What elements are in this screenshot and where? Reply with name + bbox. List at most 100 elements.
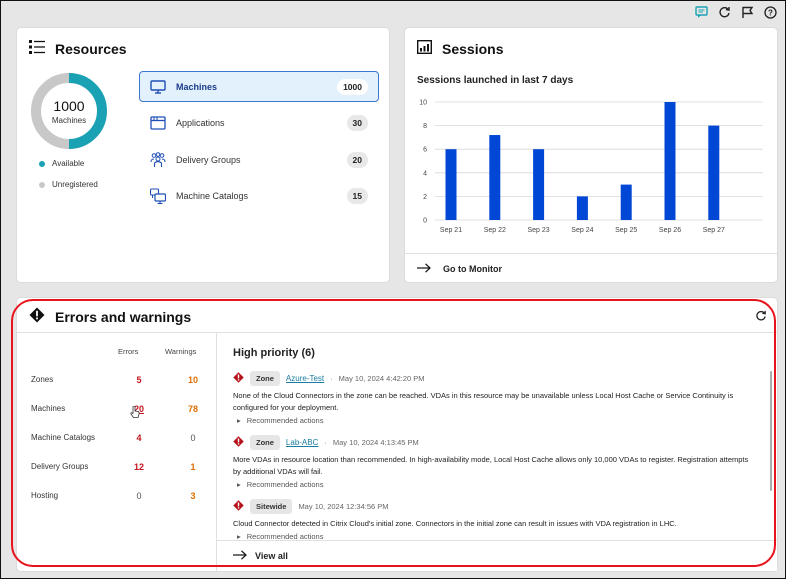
bar-sep-25[interactable] xyxy=(620,184,632,220)
legend-dot-available xyxy=(39,160,45,167)
row-name: Delivery Groups xyxy=(31,462,89,471)
sessions-title: Sessions xyxy=(442,40,504,57)
donut-legend: Available Unregistered xyxy=(39,159,98,201)
go-to-monitor-link[interactable]: Go to Monitor xyxy=(405,253,777,283)
x-tick-label: Sep 22 xyxy=(484,227,506,234)
table-row: Machine Catalogs 4 0 xyxy=(31,433,211,447)
resource-count-badge: 30 xyxy=(346,115,368,131)
resource-item-applications[interactable]: Applications 30 xyxy=(139,108,379,139)
x-tick-label: Sep 26 xyxy=(659,227,681,234)
caret-right-icon: ▸ xyxy=(237,416,241,425)
bar-sep-27[interactable] xyxy=(708,125,720,220)
alert-description: Cloud Connector detected in Citrix Cloud… xyxy=(233,519,677,528)
arrow-right-icon xyxy=(233,550,247,562)
resource-item-label: Machines xyxy=(176,81,218,92)
sessions-card: Sessions Sessions launched in last 7 day… xyxy=(404,27,778,283)
error-count: 0 xyxy=(136,491,142,501)
warning-diamond-icon xyxy=(29,307,45,326)
legend-item-unregistered: Unregistered xyxy=(39,180,98,189)
bar-sep-22[interactable] xyxy=(489,135,501,220)
donut-center: 1000 Machines xyxy=(30,72,108,150)
warning-count-link[interactable]: 78 xyxy=(183,404,203,414)
warning-count: 0 xyxy=(190,433,196,443)
bar-sep-23[interactable] xyxy=(533,149,545,220)
recommended-actions-toggle[interactable]: ▸ Recommended actions xyxy=(237,480,755,489)
resource-count-badge: 1000 xyxy=(337,78,368,95)
scope-chip: Zone xyxy=(250,371,280,386)
hand-cursor-icon xyxy=(130,405,140,423)
x-tick-label: Sep 21 xyxy=(440,227,462,234)
recommended-actions-label: Recommended actions xyxy=(246,532,324,539)
errors-title-group: Errors and warnings xyxy=(29,307,191,326)
donut-total: 1000 xyxy=(53,97,85,114)
error-count-link[interactable]: 12 xyxy=(129,462,149,472)
high-priority-title: High priority (6) xyxy=(233,347,315,359)
caret-right-icon: ▸ xyxy=(237,480,241,489)
error-count-link[interactable]: 5 xyxy=(129,375,149,385)
errors-header: Errors and warnings xyxy=(17,298,777,333)
resource-list: Machines 1000 Applications 30 Delivery G… xyxy=(139,71,379,217)
recommended-actions-toggle[interactable]: ▸ Recommended actions xyxy=(237,416,755,425)
y-tick-label: 2 xyxy=(423,194,427,201)
high-priority-panel: High priority (6) Zone Azure-Test · May … xyxy=(217,333,777,571)
resources-card: Resources 1000 Machines Available Unregi… xyxy=(16,27,390,283)
scope-chip: Zone xyxy=(250,434,280,450)
resource-link[interactable]: Azure-Test xyxy=(286,374,324,383)
alerts-scrollbar[interactable] xyxy=(770,371,772,491)
y-tick-label: 8 xyxy=(423,123,427,130)
donut-label: Machines xyxy=(51,115,87,125)
alert-item: Sitewide May 10, 2024 12:34:56 PM Cloud … xyxy=(233,498,755,539)
resource-item-machines[interactable]: Machines 1000 xyxy=(139,71,379,102)
arrow-right-icon xyxy=(417,262,431,275)
go-to-monitor-label: Go to Monitor xyxy=(443,263,502,274)
error-diamond-icon xyxy=(233,371,244,385)
alert-list[interactable]: Zone Azure-Test · May 10, 2024 4:42:20 P… xyxy=(233,371,755,539)
resource-item-machine-catalogs[interactable]: Machine Catalogs 15 xyxy=(139,181,379,212)
bar-chart-icon xyxy=(416,39,433,57)
flag-icon[interactable] xyxy=(740,5,754,19)
errors-warnings-card: Errors and warnings Errors Warnings Zone… xyxy=(16,297,778,572)
chat-icon[interactable] xyxy=(694,5,708,19)
warning-count-link[interactable]: 3 xyxy=(183,491,203,501)
alert-meta: Sitewide May 10, 2024 12:34:56 PM xyxy=(233,498,755,514)
alert-timestamp: May 10, 2024 4:13:45 PM xyxy=(332,437,419,447)
x-tick-label: Sep 23 xyxy=(528,227,550,234)
recommended-actions-label: Recommended actions xyxy=(246,480,324,489)
alert-meta: Zone Lab-ABC · May 10, 2024 4:13:45 PM xyxy=(233,434,755,450)
resources-header: Resources xyxy=(29,40,127,57)
y-tick-label: 6 xyxy=(423,147,427,154)
recommended-actions-label: Recommended actions xyxy=(246,416,324,425)
table-row: Hosting 0 3 xyxy=(31,491,211,505)
svg-text:?: ? xyxy=(768,8,773,17)
warnings-column-header: Warnings xyxy=(165,347,197,356)
errors-title: Errors and warnings xyxy=(55,308,192,325)
bar-sep-21[interactable] xyxy=(445,149,457,220)
refresh-errors-button[interactable] xyxy=(755,309,767,327)
users-group-icon xyxy=(150,151,166,168)
resource-link[interactable]: Lab-ABC xyxy=(286,438,318,447)
help-icon[interactable]: ? xyxy=(763,5,777,19)
legend-label: Unregistered xyxy=(52,180,98,189)
refresh-icon[interactable] xyxy=(717,5,731,19)
list-icon xyxy=(29,40,45,57)
error-count-link[interactable]: 4 xyxy=(129,433,149,443)
resource-item-label: Delivery Groups xyxy=(176,154,241,165)
table-row: Delivery Groups 12 1 xyxy=(31,462,211,476)
view-all-link[interactable]: View all xyxy=(217,540,777,571)
warning-count-link[interactable]: 1 xyxy=(183,462,203,472)
bar-sep-26[interactable] xyxy=(664,102,676,220)
resource-item-label: Machine Catalogs xyxy=(176,191,249,201)
alert-item: Zone Lab-ABC · May 10, 2024 4:13:45 PM M… xyxy=(233,434,755,489)
row-name: Machine Catalogs xyxy=(31,433,96,442)
resource-count-badge: 20 xyxy=(346,151,368,168)
row-name: Hosting xyxy=(31,491,59,500)
error-diamond-icon xyxy=(233,435,244,449)
legend-label: Available xyxy=(52,159,85,168)
sessions-header: Sessions xyxy=(416,39,504,57)
resource-item-delivery-groups[interactable]: Delivery Groups 20 xyxy=(139,144,379,175)
bar-sep-24[interactable] xyxy=(576,196,588,220)
separator-dot: · xyxy=(330,373,333,383)
recommended-actions-toggle[interactable]: ▸ Recommended actions xyxy=(237,532,755,539)
warning-count-link[interactable]: 10 xyxy=(183,375,203,385)
error-diamond-icon xyxy=(233,499,244,513)
